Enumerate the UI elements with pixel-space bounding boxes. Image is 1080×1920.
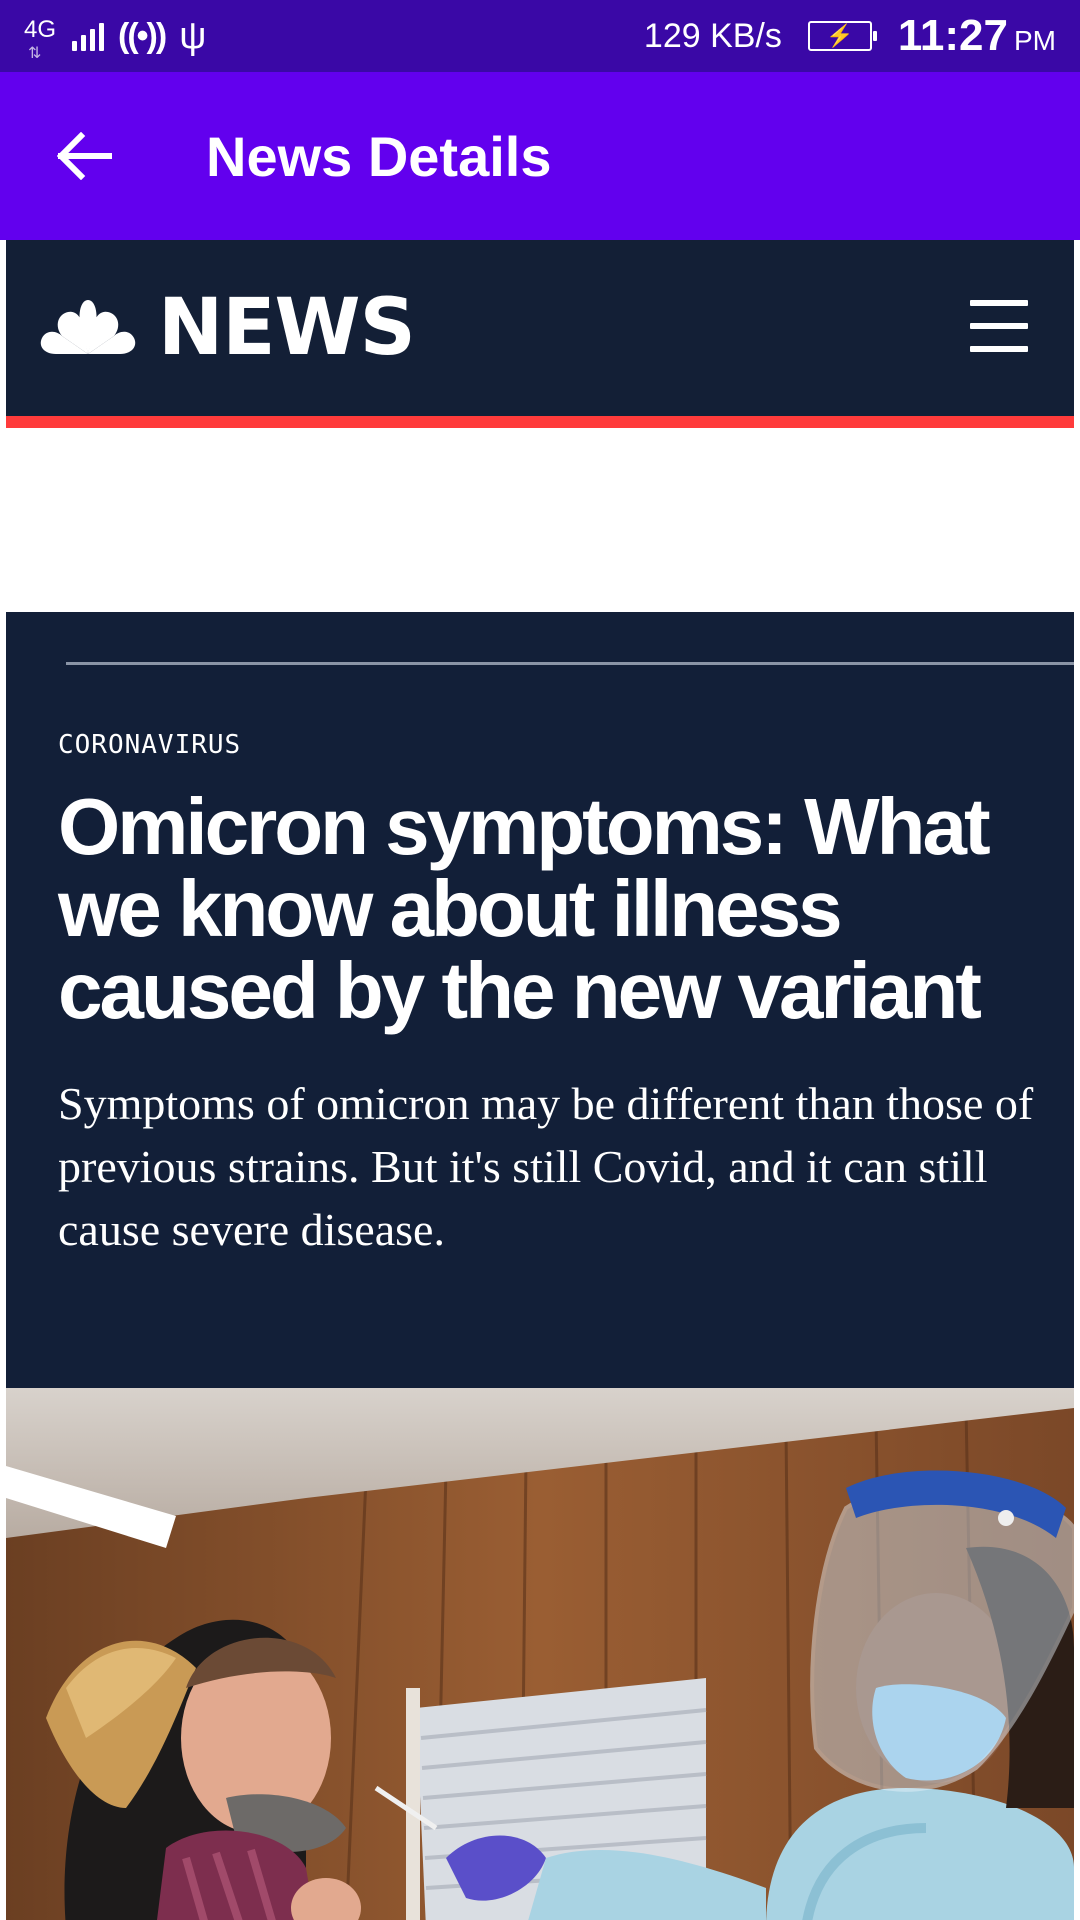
battery-charging-icon: ⚡ — [807, 21, 877, 51]
status-right: 129 KB/s ⚡ 11:27 PM — [644, 11, 1056, 61]
app-bar: News Details — [0, 72, 1080, 240]
section-divider — [66, 662, 1074, 665]
site-header: NEWS — [6, 240, 1074, 416]
accent-divider — [6, 416, 1074, 428]
ad-placeholder — [6, 428, 1074, 612]
hamburger-menu-icon[interactable] — [970, 300, 1028, 352]
clock: 11:27 PM — [898, 11, 1056, 61]
network-speed: 129 KB/s — [643, 16, 782, 55]
status-left: 4G ⇅ ((•)) ψ — [24, 14, 207, 63]
network-type: 4G — [24, 16, 57, 43]
hotspot-icon: ((•)) — [118, 16, 167, 55]
article-header: CORONAVIRUS Omicron symptoms: What we kn… — [58, 730, 1038, 1261]
article-category[interactable]: CORONAVIRUS — [58, 730, 1038, 760]
clock-time: 11:27 — [897, 11, 1008, 60]
signal-icon — [72, 21, 104, 51]
page-title: News Details — [206, 124, 552, 188]
clock-ampm: PM — [1014, 25, 1056, 56]
article-summary: Symptoms of omicron may be different tha… — [58, 1078, 1034, 1255]
network-arrows-icon: ⇅ — [28, 45, 42, 62]
article-headline: Omicron symptoms: What we know about ill… — [58, 782, 991, 1035]
back-button[interactable] — [40, 111, 130, 201]
network-indicator: 4G ⇅ — [24, 14, 58, 63]
status-bar: 4G ⇅ ((•)) ψ 129 KB/s ⚡ 11:27 PM — [0, 0, 1080, 72]
site-logo[interactable]: NEWS — [36, 283, 416, 373]
arrow-back-icon — [57, 132, 112, 180]
peacock-icon — [40, 300, 136, 354]
site-brand: NEWS — [158, 283, 416, 373]
usb-icon: ψ — [179, 14, 207, 57]
article-webview[interactable]: NEWS CORONAVIRUS Omicron symptoms: What … — [6, 240, 1074, 1920]
article-photo — [6, 1388, 1074, 1920]
